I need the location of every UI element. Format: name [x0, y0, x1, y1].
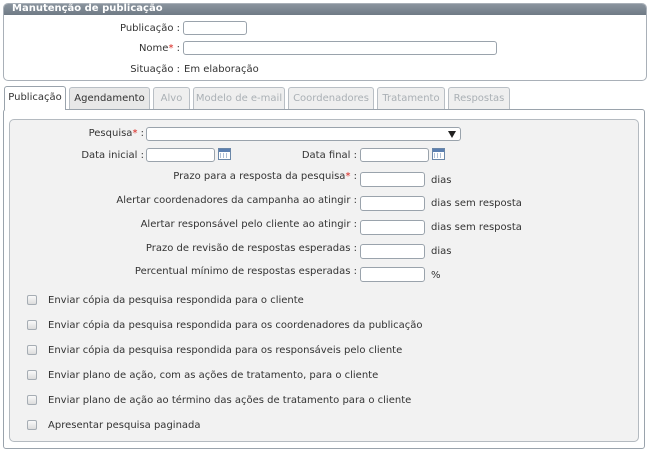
- checkbox-pesquisa-paginada[interactable]: [27, 420, 37, 430]
- checkbox-enviar-plano-termino[interactable]: [27, 395, 37, 405]
- data-inicial-label: Data inicial :: [81, 150, 144, 161]
- situacao-value: Em elaboração: [184, 64, 259, 75]
- pesquisa-label: Pesquisa* :: [88, 128, 144, 139]
- data-inicial-input[interactable]: [146, 148, 215, 162]
- data-final-input[interactable]: [360, 148, 429, 162]
- alertar-coordenadores-label: Alertar coordenadores da campanha ao ati…: [116, 195, 357, 206]
- pesquisa-select[interactable]: [146, 127, 461, 141]
- checkbox-label: Enviar cópia da pesquisa respondida para…: [48, 320, 423, 331]
- data-final-label: Data final :: [301, 150, 357, 161]
- tab-respostas[interactable]: Respostas: [448, 87, 510, 109]
- alertar-responsavel-input[interactable]: [360, 220, 425, 235]
- chevron-down-icon: [448, 131, 456, 138]
- calendar-icon[interactable]: [218, 148, 231, 160]
- checkbox-enviar-copia-cliente[interactable]: [27, 295, 37, 305]
- checkbox-enviar-copia-responsaveis[interactable]: [27, 345, 37, 355]
- tab-agendamento[interactable]: Agendamento: [69, 87, 150, 109]
- form-panel: [9, 119, 639, 442]
- percentual-minimo-unit: %: [431, 270, 441, 281]
- checkbox-enviar-plano-acao[interactable]: [27, 370, 37, 380]
- alertar-coordenadores-unit: dias sem resposta: [431, 198, 522, 209]
- tab-publicacao[interactable]: Publicação: [4, 86, 66, 110]
- alertar-coordenadores-input[interactable]: [360, 196, 425, 211]
- prazo-resposta-input[interactable]: [360, 172, 425, 187]
- checkbox-label: Enviar plano de ação ao término das açõe…: [48, 395, 412, 406]
- tab-tratamento[interactable]: Tratamento: [377, 87, 445, 109]
- checkbox-label: Apresentar pesquisa paginada: [48, 420, 201, 431]
- prazo-revisao-input[interactable]: [360, 244, 425, 259]
- tab-modelo-email[interactable]: Modelo de e-mail: [193, 87, 285, 109]
- tab-coordenadores[interactable]: Coordenadores: [288, 87, 374, 109]
- checkbox-label: Enviar cópia da pesquisa respondida para…: [48, 345, 403, 356]
- prazo-revisao-unit: dias: [431, 246, 452, 257]
- alertar-responsavel-unit: dias sem resposta: [431, 222, 522, 233]
- prazo-resposta-label: Prazo para a resposta da pesquisa* :: [173, 171, 357, 182]
- calendar-icon[interactable]: [432, 148, 445, 160]
- checkbox-label: Enviar cópia da pesquisa respondida para…: [48, 295, 304, 306]
- alertar-responsavel-label: Alertar responsável pelo cliente ao atin…: [140, 219, 357, 230]
- header-bar: Manutenção de publicação: [4, 3, 646, 15]
- page-title: Manutenção de publicação: [12, 3, 163, 14]
- tab-alvo[interactable]: Alvo: [153, 87, 190, 109]
- percentual-minimo-label: Percentual mínimo de respostas esperadas…: [134, 266, 357, 277]
- situacao-label: Situação :: [130, 64, 180, 75]
- prazo-revisao-label: Prazo de revisão de respostas esperadas …: [145, 243, 357, 254]
- prazo-resposta-unit: dias: [431, 175, 452, 186]
- checkbox-label: Enviar plano de ação, com as ações de tr…: [48, 370, 379, 381]
- nome-label: Nome* :: [138, 43, 180, 54]
- publicacao-label: Publicação :: [119, 23, 180, 34]
- percentual-minimo-input[interactable]: [360, 267, 425, 282]
- checkbox-enviar-copia-coordenadores[interactable]: [27, 320, 37, 330]
- publicacao-input[interactable]: [183, 21, 247, 35]
- nome-input[interactable]: [183, 41, 497, 55]
